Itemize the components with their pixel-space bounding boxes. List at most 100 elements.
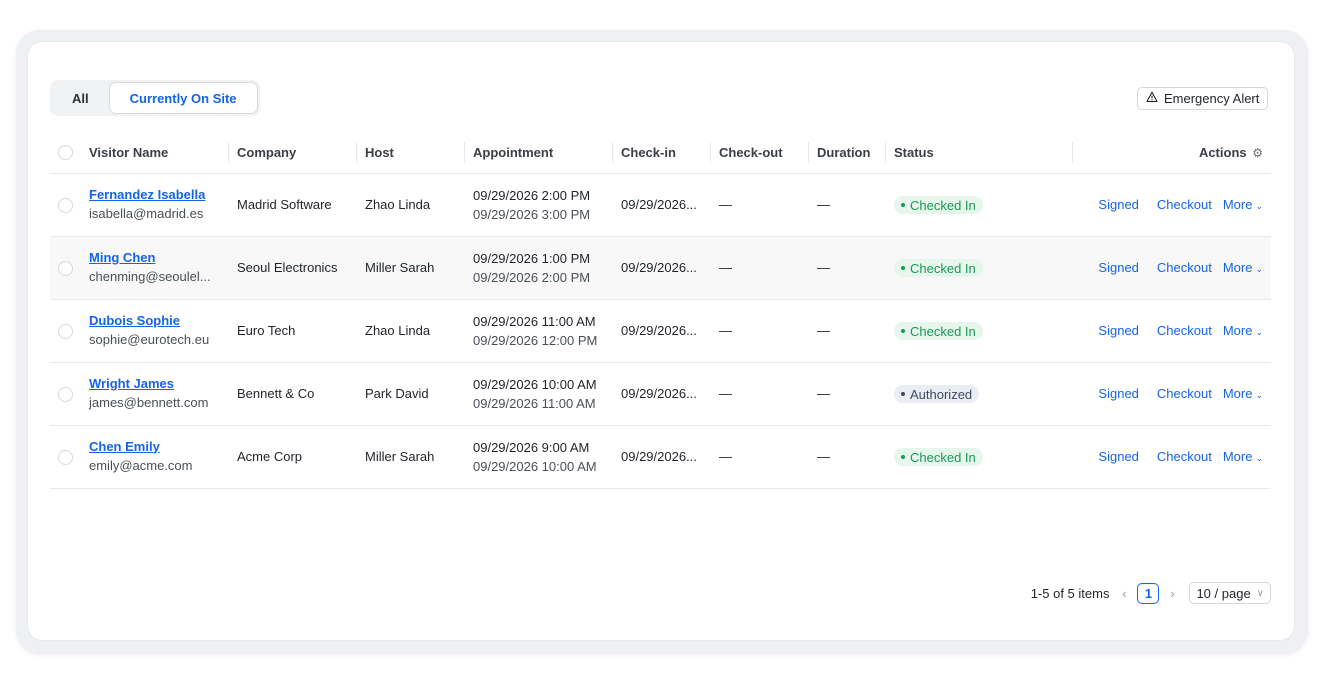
appointment-end: 09/29/2026 2:00 PM <box>473 269 591 285</box>
chevron-down-icon: ⌄ <box>1255 453 1263 463</box>
signed-link[interactable]: Signed <box>1098 260 1138 275</box>
row-select-cell <box>50 236 81 300</box>
host-cell: Zhao Linda <box>357 173 465 237</box>
duration-cell: — <box>809 425 886 489</box>
emergency-alert-button[interactable]: Emergency Alert <box>1137 87 1269 110</box>
appointment-cell: 09/29/2026 9:00 AM 09/29/2026 10:00 AM <box>465 425 613 489</box>
emergency-alert-label: Emergency Alert <box>1164 91 1260 106</box>
table-row: Wright James james@bennett.com Bennett & C… <box>50 362 1271 426</box>
status-dot-icon <box>901 266 905 270</box>
actions-cell: Signed Checkout More ⌄ <box>1073 173 1271 237</box>
prev-page-icon[interactable]: ‹ <box>1115 586 1133 601</box>
visitor-cell: Fernandez Isabella isabella@madrid.es <box>81 173 229 237</box>
status-badge: Checked In <box>894 448 983 466</box>
status-dot-icon <box>901 329 905 333</box>
visitor-name-link[interactable]: Dubois Sophie <box>89 312 221 330</box>
visitor-email: emily@acme.com <box>89 457 193 473</box>
row-checkbox[interactable] <box>58 323 73 339</box>
visitor-name-link[interactable]: Wright James <box>89 375 221 393</box>
visitor-cell: Ming Chen chenming@seoulel... <box>81 236 229 300</box>
table-row: Ming Chen chenming@seoulel... Seoul Electr… <box>50 236 1271 300</box>
checkout-cell: — <box>711 362 809 426</box>
more-dropdown[interactable]: More ⌄ <box>1223 323 1263 338</box>
duration-cell: — <box>809 299 886 363</box>
signed-link[interactable]: Signed <box>1098 197 1138 212</box>
visitor-table: Visitor Name Company Host Appointment Ch… <box>50 132 1271 489</box>
host-cell: Miller Sarah <box>357 236 465 300</box>
appointment-start: 09/29/2026 1:00 PM <box>473 250 591 266</box>
tab-all[interactable]: All <box>52 82 109 114</box>
visitor-cell: Chen Emily emily@acme.com <box>81 425 229 489</box>
table-row: Chen Emily emily@acme.com Acme Corp Miller … <box>50 425 1271 489</box>
appointment-start: 09/29/2026 2:00 PM <box>473 187 591 203</box>
status-cell: Checked In <box>886 425 1073 489</box>
col-appointment: Appointment <box>465 132 613 174</box>
signed-link[interactable]: Signed <box>1098 449 1138 464</box>
host-cell: Miller Sarah <box>357 425 465 489</box>
visitor-email: sophie@eurotech.eu <box>89 331 210 347</box>
checkout-link[interactable]: Checkout <box>1157 323 1212 338</box>
status-badge: Checked In <box>894 259 983 277</box>
appointment-start: 09/29/2026 10:00 AM <box>473 376 597 392</box>
chevron-down-icon: ∨ <box>1256 587 1264 599</box>
company-cell: Bennett & Co <box>229 362 357 426</box>
status-badge: Checked In <box>894 196 983 214</box>
host-cell: Park David <box>357 362 465 426</box>
actions-cell: Signed Checkout More ⌄ <box>1073 425 1271 489</box>
status-cell: Checked In <box>886 236 1073 300</box>
page-1-button[interactable]: 1 <box>1137 582 1160 604</box>
status-cell: Checked In <box>886 173 1073 237</box>
row-select-cell <box>50 425 81 489</box>
more-dropdown[interactable]: More ⌄ <box>1223 260 1263 275</box>
next-page-icon[interactable]: › <box>1163 586 1181 601</box>
more-dropdown[interactable]: More ⌄ <box>1223 449 1263 464</box>
checkout-link[interactable]: Checkout <box>1157 260 1212 275</box>
more-dropdown[interactable]: More ⌄ <box>1223 386 1263 401</box>
company-cell: Acme Corp <box>229 425 357 489</box>
duration-cell: — <box>809 173 886 237</box>
visitor-email: james@bennett.com <box>89 394 209 410</box>
col-check-out: Check-out <box>711 132 809 174</box>
checkout-link[interactable]: Checkout <box>1157 386 1212 401</box>
col-host: Host <box>357 132 465 174</box>
table-row: Dubois Sophie sophie@eurotech.eu Euro Tech… <box>50 299 1271 363</box>
page-size-select[interactable]: 10 / page ∨ <box>1189 582 1271 604</box>
status-dot-icon <box>901 392 905 396</box>
actions-cell: Signed Checkout More ⌄ <box>1073 236 1271 300</box>
company-cell: Seoul Electronics <box>229 236 357 300</box>
row-checkbox[interactable] <box>58 386 73 402</box>
checkin-cell: 09/29/2026... <box>613 173 711 237</box>
checkin-cell: 09/29/2026... <box>613 425 711 489</box>
row-checkbox[interactable] <box>58 260 73 276</box>
col-visitor-name: Visitor Name <box>81 132 229 174</box>
signed-link[interactable]: Signed <box>1098 386 1138 401</box>
select-all-checkbox[interactable] <box>58 145 73 161</box>
chevron-down-icon: ⌄ <box>1255 201 1263 211</box>
visitor-name-link[interactable]: Chen Emily <box>89 438 221 456</box>
row-checkbox[interactable] <box>58 197 73 213</box>
appointment-end: 09/29/2026 11:00 AM <box>473 395 596 411</box>
checkin-cell: 09/29/2026... <box>613 236 711 300</box>
settings-gear-icon[interactable]: ⚙ <box>1252 146 1263 160</box>
visitor-name-link[interactable]: Fernandez Isabella <box>89 186 221 204</box>
pagination-summary: 1-5 of 5 items <box>1030 585 1110 601</box>
col-status: Status <box>886 132 1073 174</box>
row-select-cell <box>50 173 81 237</box>
row-select-cell <box>50 362 81 426</box>
status-badge: Authorized <box>894 385 980 403</box>
row-checkbox[interactable] <box>58 449 73 465</box>
checkout-link[interactable]: Checkout <box>1157 197 1212 212</box>
tab-currently-on-site[interactable]: Currently On Site <box>108 82 258 114</box>
visitor-email: chenming@seoulel... <box>89 268 211 284</box>
checkout-cell: — <box>711 299 809 363</box>
status-dot-icon <box>901 455 905 459</box>
duration-cell: — <box>809 236 886 300</box>
signed-link[interactable]: Signed <box>1098 323 1138 338</box>
appointment-cell: 09/29/2026 1:00 PM 09/29/2026 2:00 PM <box>465 236 613 300</box>
status-badge: Checked In <box>894 322 983 340</box>
more-dropdown[interactable]: More ⌄ <box>1223 197 1263 212</box>
appointment-end: 09/29/2026 3:00 PM <box>473 206 591 222</box>
checkout-link[interactable]: Checkout <box>1157 449 1212 464</box>
visitor-name-link[interactable]: Ming Chen <box>89 249 221 267</box>
checkout-cell: — <box>711 173 809 237</box>
